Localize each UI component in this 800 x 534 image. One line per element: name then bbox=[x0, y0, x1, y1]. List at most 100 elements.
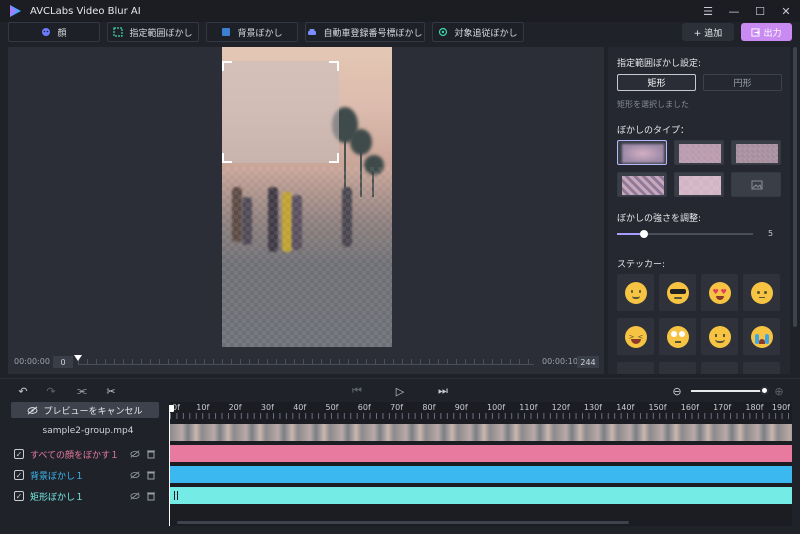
ruler-label: 120f bbox=[551, 403, 570, 412]
sticker-neutral[interactable] bbox=[743, 274, 780, 311]
track-row[interactable]: ✓ すべての顔をぼかす１ bbox=[8, 445, 168, 463]
zoom-slider-thumb[interactable] bbox=[760, 386, 769, 395]
ruler-label: 170f bbox=[713, 403, 732, 412]
blur-selection-rectangle[interactable] bbox=[222, 61, 339, 163]
grin-emoji-icon bbox=[708, 325, 731, 348]
trash-icon[interactable] bbox=[146, 449, 156, 459]
add-button[interactable]: + 追加 bbox=[682, 23, 734, 41]
selection-handle[interactable] bbox=[222, 61, 232, 71]
scissors-icon[interactable]: ✂ bbox=[104, 384, 118, 398]
sticker-more-3[interactable] bbox=[701, 362, 738, 374]
blur-type-pixel[interactable] bbox=[731, 140, 781, 165]
sticker-grin[interactable] bbox=[701, 318, 738, 355]
sticker-more-4[interactable] bbox=[743, 362, 780, 374]
ruler-ticks bbox=[170, 413, 792, 419]
video-frame[interactable] bbox=[222, 47, 392, 347]
area-settings-title: 指定範囲ぼかし設定: bbox=[617, 59, 702, 69]
timeline-track-list: プレビューをキャンセル sample2-group.mp4 ✓ すべての顔をぼか… bbox=[8, 402, 168, 526]
menu-icon[interactable]: ☰ bbox=[702, 5, 714, 18]
track-checkbox[interactable]: ✓ bbox=[14, 449, 24, 459]
hide-icon[interactable] bbox=[130, 470, 140, 480]
sticker-laughing[interactable]: > < bbox=[617, 318, 654, 355]
maximize-icon[interactable]: ☐ bbox=[754, 5, 766, 18]
track-clip-rectangle-blur[interactable] bbox=[170, 487, 792, 504]
minimize-icon[interactable]: — bbox=[728, 5, 740, 18]
smile-emoji-icon bbox=[624, 281, 647, 304]
play-icon[interactable]: ▷ bbox=[393, 384, 407, 398]
track-clip-background-blur[interactable] bbox=[170, 466, 792, 483]
ruler-label: 70f bbox=[390, 403, 404, 412]
next-frame-icon[interactable]: ⏭ bbox=[436, 384, 450, 398]
timeline-ruler[interactable]: 0f 10f 20f 30f 40f 50f 60f 70f 80f 90f 100f 110f 120… bbox=[169, 402, 792, 420]
track-checkbox[interactable]: ✓ bbox=[14, 491, 24, 501]
sticker-sunglasses[interactable] bbox=[659, 274, 696, 311]
scrubber-handle[interactable] bbox=[74, 355, 82, 361]
trash-icon[interactable] bbox=[146, 491, 156, 501]
rolling-eyes-emoji-icon bbox=[666, 325, 689, 348]
sticker-heart-eyes[interactable]: ♥ ♥ bbox=[701, 274, 738, 311]
shape-circle-button[interactable]: 円形 bbox=[703, 74, 782, 91]
cancel-preview-label: プレビューをキャンセル bbox=[43, 406, 143, 417]
track-checkbox[interactable]: ✓ bbox=[14, 470, 24, 480]
app-logo-icon bbox=[10, 5, 21, 17]
blur-strength-slider[interactable] bbox=[617, 230, 753, 238]
hide-icon[interactable] bbox=[130, 491, 140, 501]
clip-trim-handle[interactable] bbox=[174, 491, 178, 500]
mode-tab-face[interactable]: 顔 bbox=[8, 22, 100, 42]
background-icon bbox=[222, 28, 231, 36]
blur-type-image[interactable] bbox=[731, 172, 781, 197]
sticker-more-1[interactable] bbox=[617, 362, 654, 374]
zoom-in-icon[interactable]: ⊕ bbox=[772, 384, 786, 398]
timeline-canvas[interactable]: 0f 10f 20f 30f 40f 50f 60f 70f 80f 90f 100f 110f 120… bbox=[169, 402, 792, 526]
settings-scrollbar[interactable] bbox=[792, 47, 798, 374]
cancel-preview-button[interactable]: プレビューをキャンセル bbox=[11, 402, 159, 418]
close-icon[interactable]: ✕ bbox=[780, 5, 792, 18]
mode-tab-area[interactable]: 指定範囲ぼかし bbox=[107, 22, 199, 42]
end-frame-field[interactable]: 244 bbox=[577, 356, 599, 368]
shape-rectangle-button[interactable]: 矩形 bbox=[617, 74, 696, 91]
ruler-label: 150f bbox=[648, 403, 667, 412]
slider-thumb[interactable] bbox=[640, 230, 649, 238]
playhead-handle[interactable] bbox=[169, 405, 174, 412]
preview-scrubber: 00:00:00 0 00:00:10 244 bbox=[8, 352, 604, 372]
mode-tab-label: 自動車登録番号標ぼかし bbox=[323, 28, 423, 39]
ruler-label: 130f bbox=[583, 403, 602, 412]
split-icon[interactable]: ⫘ bbox=[75, 384, 89, 398]
undo-icon[interactable]: ↶ bbox=[16, 384, 30, 398]
track-name: 背景ぼかし１ bbox=[30, 471, 85, 482]
track-row[interactable]: ✓ 矩形ぼかし１ bbox=[8, 487, 168, 505]
export-button[interactable]: 出力 bbox=[741, 23, 792, 41]
blur-type-crystal[interactable] bbox=[674, 172, 724, 197]
scrollbar-thumb[interactable] bbox=[793, 47, 797, 327]
video-thumbnail-strip bbox=[170, 424, 792, 441]
sticker-rolling-eyes[interactable] bbox=[659, 318, 696, 355]
mode-tab-background[interactable]: 背景ぼかし bbox=[206, 22, 298, 42]
trash-icon[interactable] bbox=[146, 470, 156, 480]
scrubber-track[interactable] bbox=[78, 364, 534, 365]
mode-tab-license-plate[interactable]: 自動車登録番号標ぼかし bbox=[305, 22, 425, 42]
selection-handle[interactable] bbox=[329, 153, 339, 163]
blur-type-motion[interactable] bbox=[617, 172, 667, 197]
blur-type-gaussian[interactable] bbox=[617, 140, 667, 165]
previous-frame-icon[interactable]: ⏮ bbox=[350, 384, 364, 398]
zoom-out-icon[interactable]: ⊖ bbox=[670, 384, 684, 398]
track-clip-face-blur[interactable] bbox=[170, 445, 792, 462]
mode-tab-tracking[interactable]: 対象追従ぼかし bbox=[432, 22, 524, 42]
hide-icon[interactable] bbox=[130, 449, 140, 459]
sticker-more-2[interactable] bbox=[659, 362, 696, 374]
blur-type-mosaic[interactable] bbox=[674, 140, 724, 165]
ruler-label: 10f bbox=[196, 403, 210, 412]
face-icon bbox=[42, 28, 51, 36]
timeline-zoom-slider[interactable] bbox=[691, 390, 764, 392]
laughing-emoji-icon: > < bbox=[624, 325, 647, 348]
sticker-crying[interactable] bbox=[743, 318, 780, 355]
current-frame-field[interactable]: 0 bbox=[53, 356, 73, 368]
redo-icon[interactable]: ↷ bbox=[44, 384, 58, 398]
selection-handle[interactable] bbox=[222, 153, 232, 163]
selection-handle[interactable] bbox=[329, 61, 339, 71]
export-icon bbox=[751, 27, 761, 37]
track-row[interactable]: ✓ 背景ぼかし１ bbox=[8, 466, 168, 484]
timeline-playhead[interactable] bbox=[169, 405, 174, 526]
sticker-smile[interactable] bbox=[617, 274, 654, 311]
timeline-horizontal-scrollbar[interactable] bbox=[177, 521, 629, 524]
